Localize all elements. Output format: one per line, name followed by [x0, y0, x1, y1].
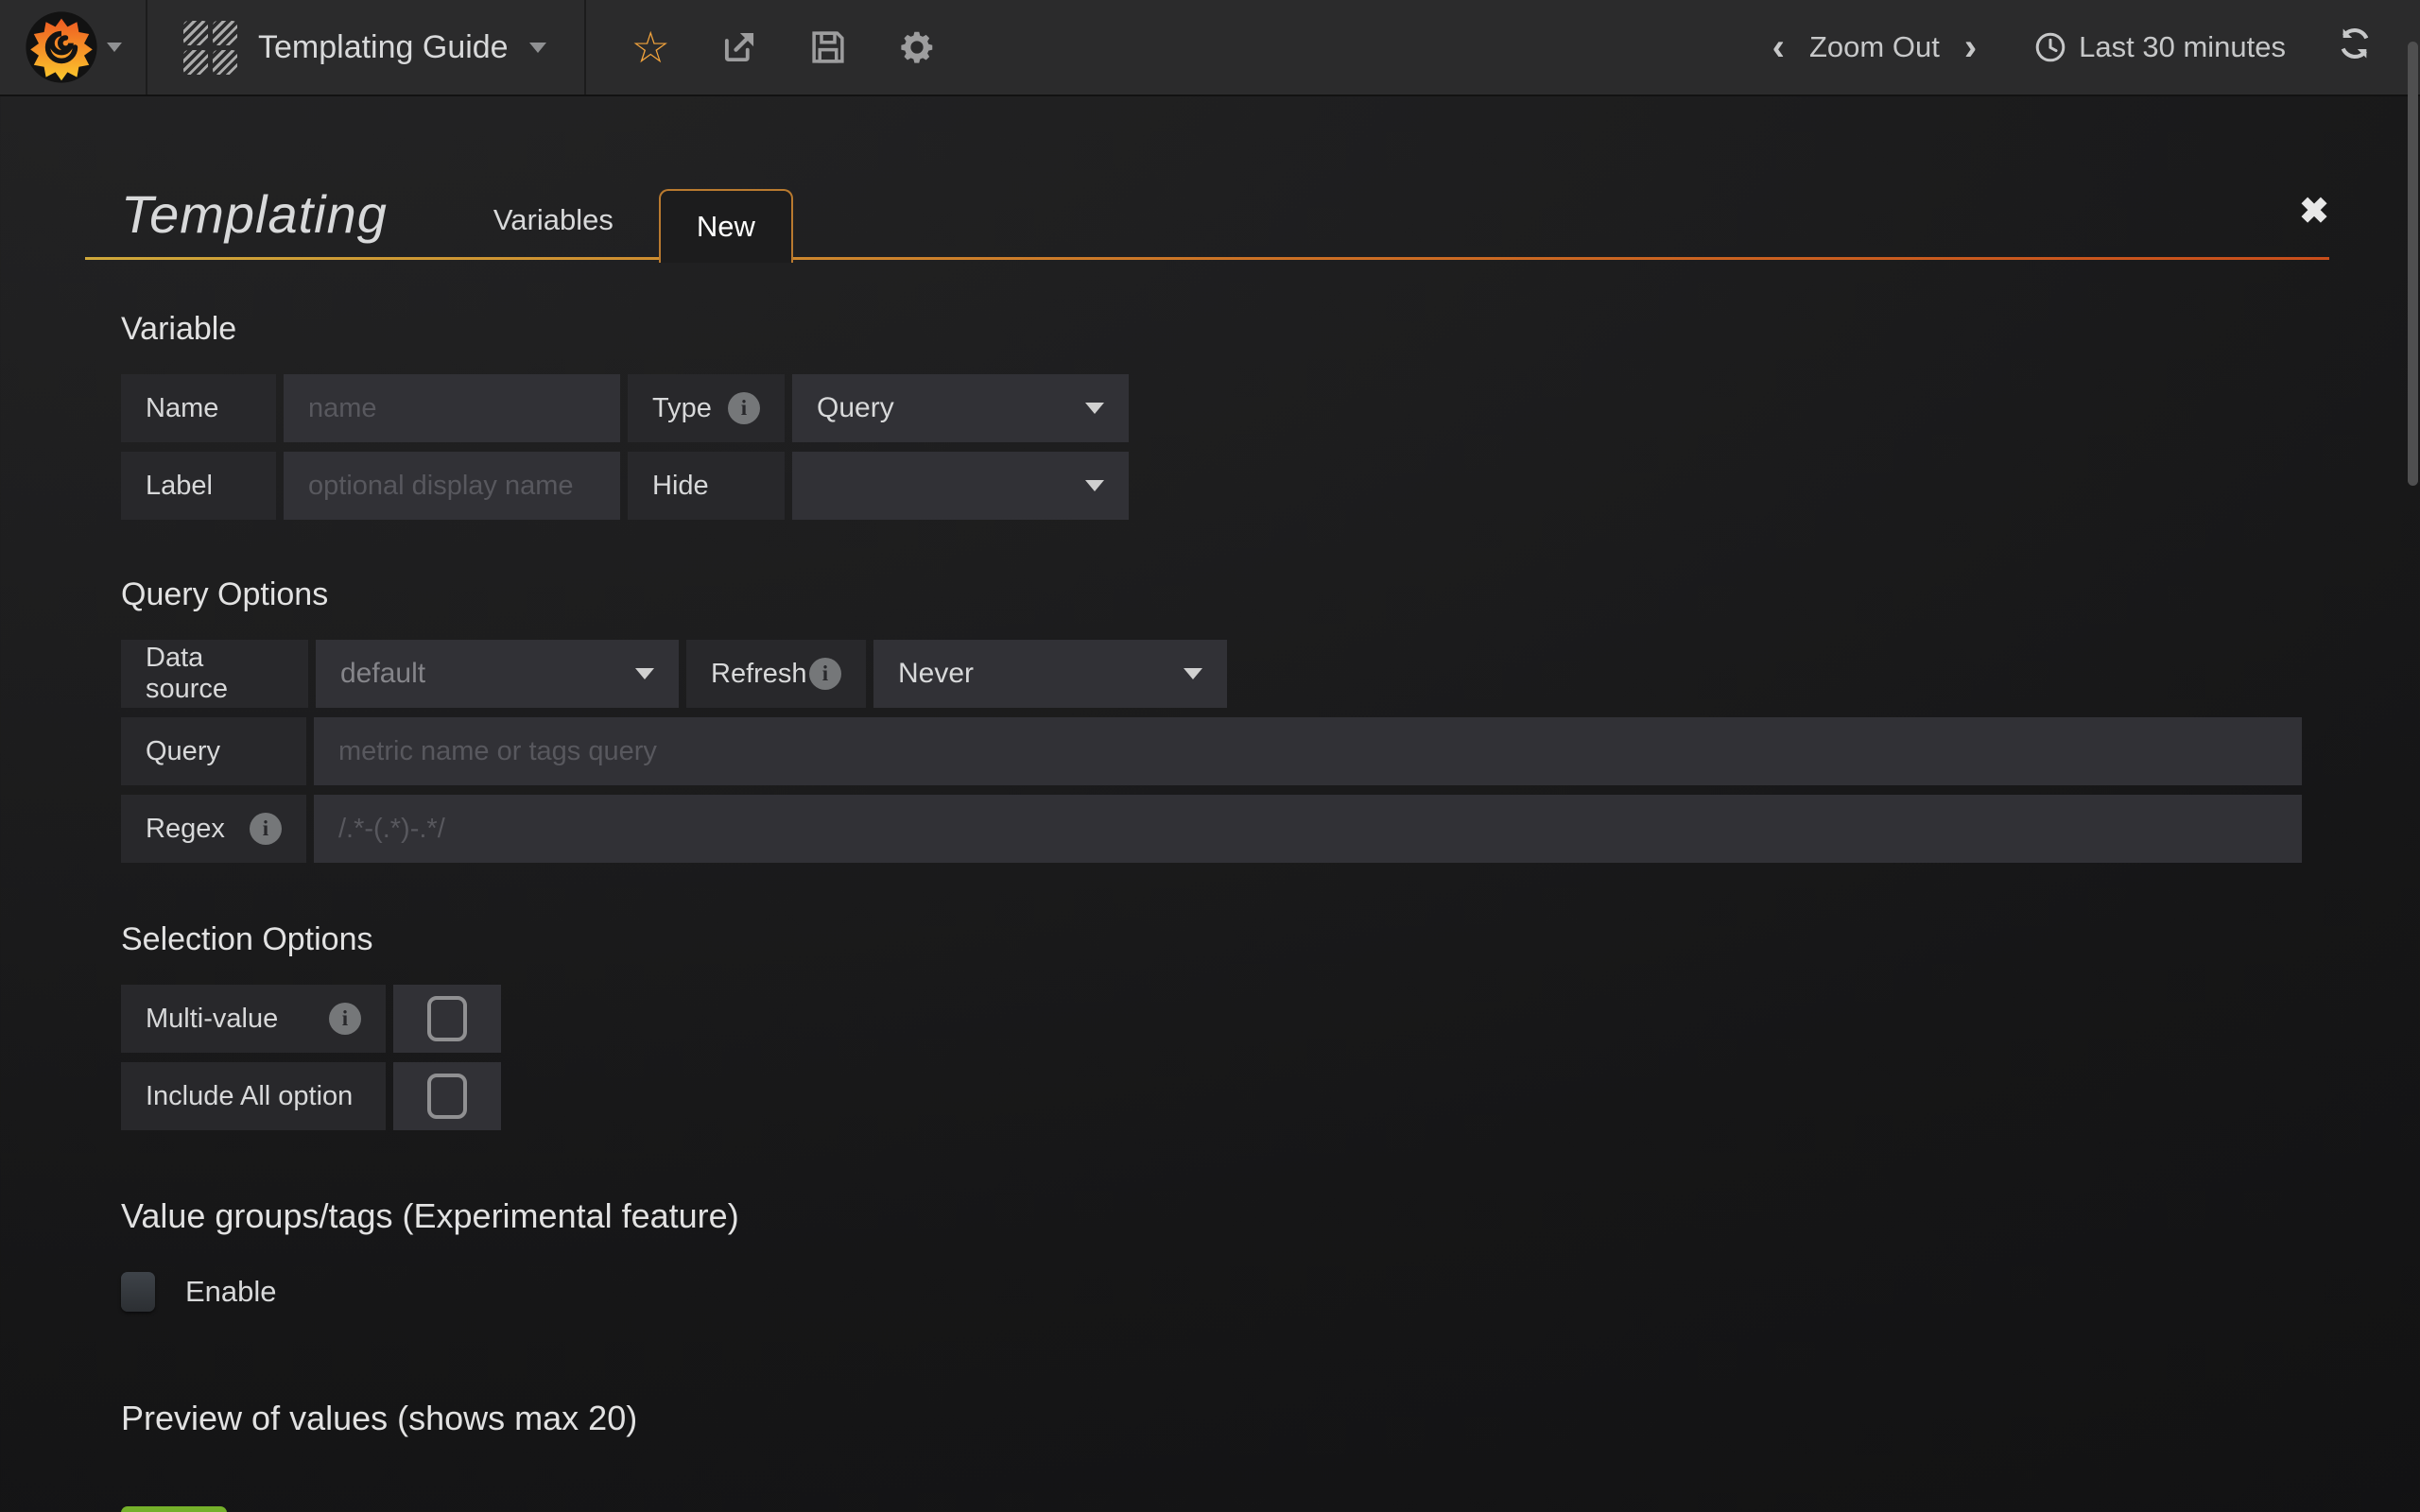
settings-button[interactable] — [897, 27, 937, 67]
multi-value-label: Multi-value — [146, 1004, 278, 1035]
datasource-select[interactable]: default — [316, 640, 679, 708]
type-select-value: Query — [817, 392, 894, 424]
query-label: Query — [121, 717, 306, 785]
time-range-label: Last 30 minutes — [2079, 30, 2286, 64]
refresh-label-box: Refresh i — [686, 640, 866, 708]
datasource-label: Data source — [121, 640, 308, 708]
regex-label: Regex — [146, 814, 225, 845]
clock-icon — [2033, 30, 2067, 64]
multi-value-info-icon[interactable]: i — [329, 1003, 361, 1035]
refresh-select-caret-icon — [1184, 668, 1202, 679]
tab-variables[interactable]: Variables — [493, 203, 614, 260]
share-icon — [719, 27, 759, 67]
regex-row: Regex i — [121, 795, 2302, 863]
enable-checkbox[interactable] — [121, 1272, 155, 1312]
label-input[interactable] — [308, 471, 596, 502]
time-range-picker[interactable]: Last 30 minutes — [2033, 30, 2286, 64]
zoom-out-button[interactable]: Zoom Out — [1809, 30, 1940, 64]
regex-field-box — [314, 795, 2302, 863]
name-input[interactable] — [308, 393, 596, 424]
regex-input[interactable] — [338, 814, 2277, 845]
page-title: Templating — [121, 183, 388, 260]
datasource-select-caret-icon — [635, 668, 654, 679]
include-all-row: Include All option — [121, 1062, 2302, 1130]
close-icon[interactable]: ✖ — [2299, 194, 2329, 230]
save-button[interactable] — [808, 27, 848, 67]
hide-label: Hide — [628, 452, 785, 520]
refresh-label: Refresh — [711, 659, 807, 690]
dashboard-grid-icon — [183, 21, 237, 75]
datasource-select-value: default — [340, 658, 425, 690]
gear-icon — [897, 27, 937, 67]
star-button[interactable]: ☆ — [631, 26, 670, 69]
hide-select-caret-icon — [1085, 480, 1104, 491]
hide-select[interactable] — [792, 452, 1129, 520]
query-field-box — [314, 717, 2302, 785]
enable-row: Enable — [121, 1272, 2420, 1312]
value-groups-heading: Value groups/tags (Experimental feature) — [121, 1196, 2420, 1236]
query-input[interactable] — [338, 736, 2277, 767]
dashboard-caret-icon — [529, 43, 546, 53]
grafana-menu[interactable] — [0, 0, 147, 94]
name-field-box — [284, 374, 620, 442]
time-controls: ‹ Zoom Out › Last 30 minutes — [1748, 0, 2420, 94]
type-select[interactable]: Query — [792, 374, 1129, 442]
preview-heading: Preview of values (shows max 20) — [121, 1399, 2420, 1438]
refresh-info-icon[interactable]: i — [809, 658, 841, 690]
star-icon: ☆ — [631, 26, 670, 69]
query-row: Query — [121, 717, 2302, 785]
time-shift-forward-button[interactable]: › — [1940, 28, 2001, 66]
type-label: Type — [652, 393, 712, 424]
variable-name-row: Name Type i Query — [121, 374, 2302, 442]
label-field-box — [284, 452, 620, 520]
save-icon — [808, 27, 848, 67]
include-all-label: Include All option — [121, 1062, 386, 1130]
dashboard-title: Templating Guide — [258, 29, 509, 66]
refresh-icon — [2337, 26, 2373, 61]
multi-value-row: Multi-value i — [121, 985, 2302, 1053]
grafana-logo-icon — [24, 9, 99, 85]
type-label-box: Type i — [628, 374, 785, 442]
top-navbar: Templating Guide ☆ ‹ Zoom — [0, 0, 2420, 96]
multi-value-label-box: Multi-value i — [121, 985, 386, 1053]
share-button[interactable] — [719, 27, 759, 67]
templating-header: Templating Variables New ✖ — [121, 183, 2329, 260]
label-label: Label — [121, 452, 276, 520]
page-scrollbar[interactable] — [2408, 42, 2418, 486]
dashboard-actions: ☆ — [586, 0, 937, 94]
grafana-menu-caret-icon — [107, 43, 122, 52]
tab-new[interactable]: New — [659, 189, 793, 263]
selection-options-heading: Selection Options — [121, 921, 2420, 958]
variable-label-row: Label Hide — [121, 452, 2302, 520]
type-select-caret-icon — [1085, 403, 1104, 414]
multi-value-checkbox[interactable] — [427, 996, 467, 1041]
regex-label-box: Regex i — [121, 795, 306, 863]
dashboard-title-picker[interactable]: Templating Guide — [147, 0, 586, 94]
variable-heading: Variable — [121, 311, 2420, 348]
datasource-row: Data source default Refresh i Never — [121, 640, 2302, 708]
multi-value-checkbox-box — [393, 985, 501, 1053]
include-all-checkbox-box — [393, 1062, 501, 1130]
enable-label: Enable — [185, 1275, 277, 1309]
refresh-button[interactable] — [2337, 26, 2373, 69]
name-label: Name — [121, 374, 276, 442]
time-shift-back-button[interactable]: ‹ — [1748, 28, 1809, 66]
query-options-heading: Query Options — [121, 576, 2420, 613]
include-all-checkbox[interactable] — [427, 1074, 467, 1119]
refresh-select[interactable]: Never — [873, 640, 1227, 708]
regex-info-icon[interactable]: i — [250, 813, 282, 845]
type-info-icon[interactable]: i — [728, 392, 760, 424]
refresh-select-value: Never — [898, 658, 974, 690]
templating-editor: Templating Variables New ✖ Variable Name… — [0, 183, 2420, 1512]
add-button[interactable]: Add — [121, 1506, 227, 1512]
